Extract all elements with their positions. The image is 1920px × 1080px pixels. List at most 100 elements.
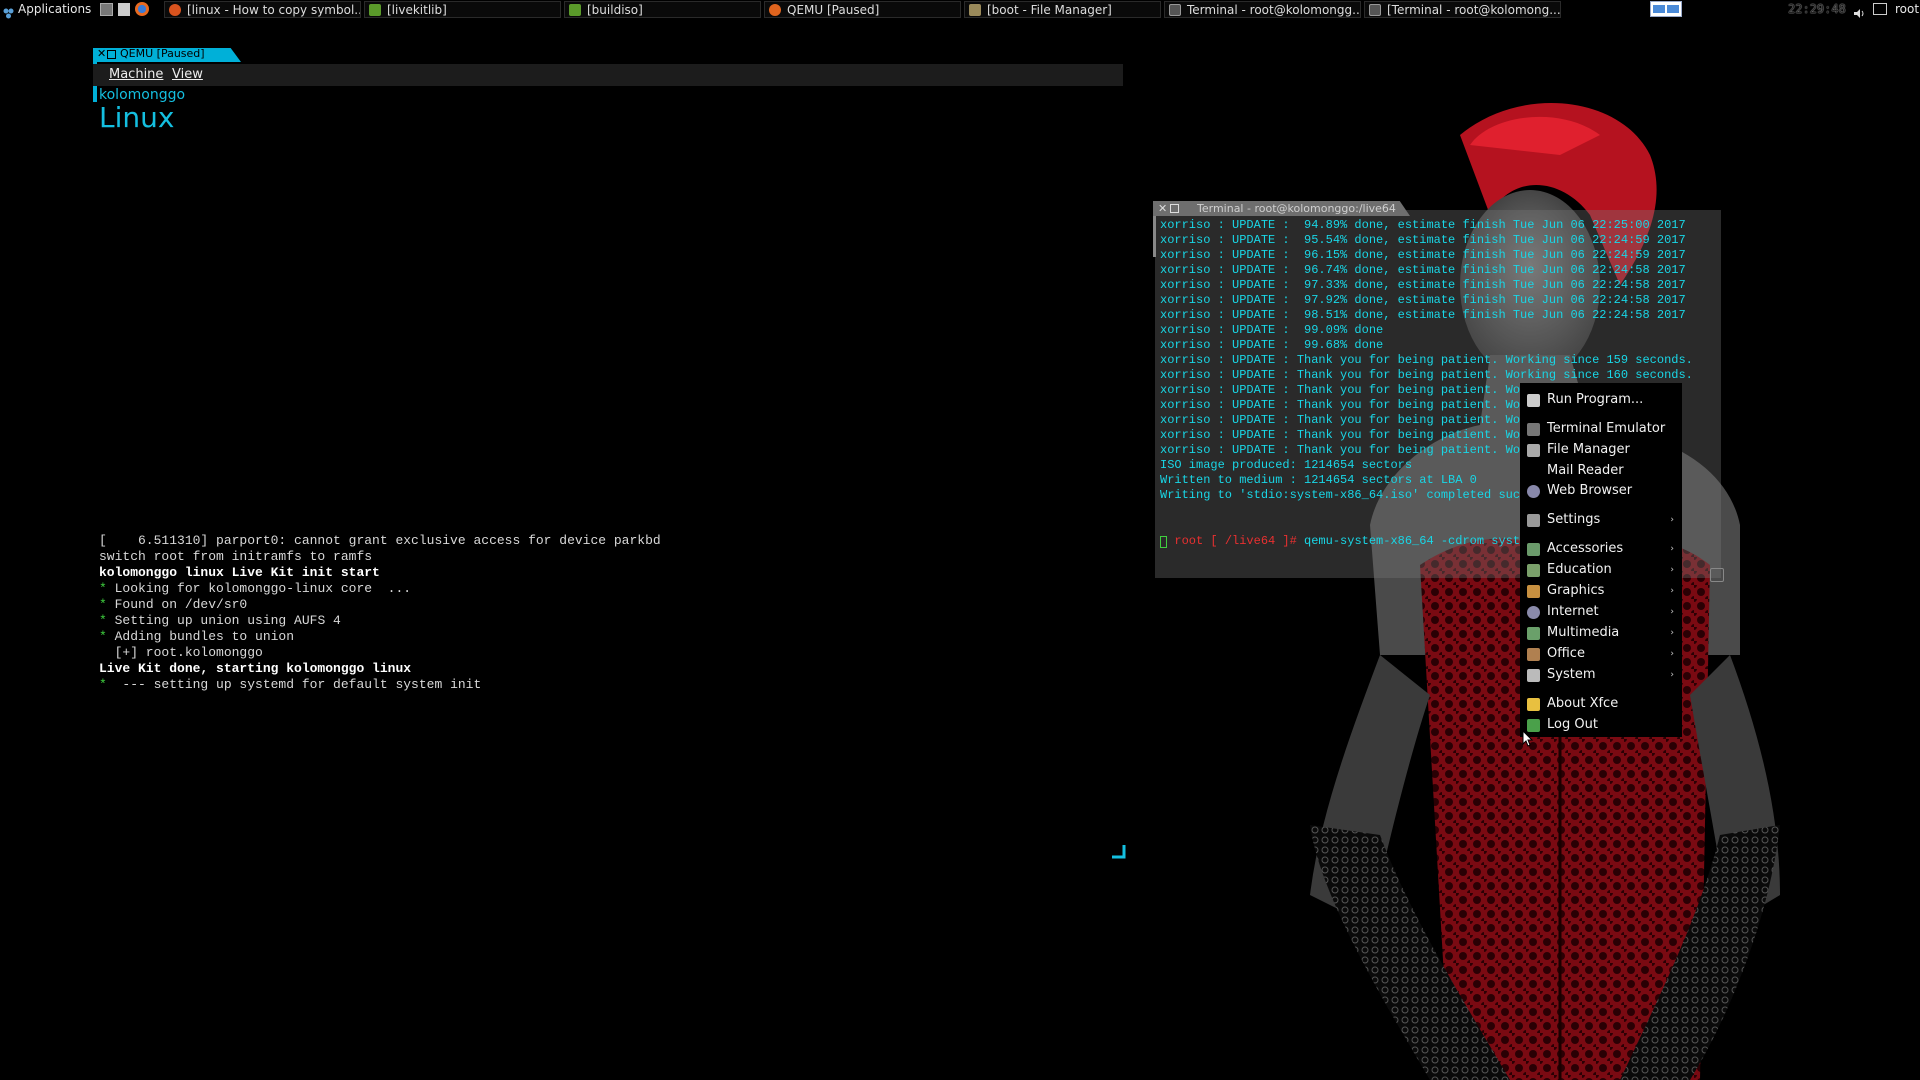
firefox-launcher-icon[interactable] (135, 2, 149, 16)
menu-item-multimedia[interactable]: Multimedia › (1520, 623, 1682, 643)
terminal-window-title: Terminal - root@kolomonggo:/live64 (1197, 202, 1396, 215)
menu-view[interactable]: View (172, 64, 203, 86)
graphics-icon (1527, 585, 1540, 598)
qemu-window-title: QEMU [Paused] (120, 47, 205, 60)
multimedia-icon (1527, 627, 1540, 640)
menu-item-label: Accessories (1547, 541, 1624, 556)
workspace-switcher[interactable] (1650, 1, 1682, 17)
menu-item-file-manager[interactable]: File Manager (1520, 440, 1682, 460)
close-icon[interactable]: ✕ (97, 47, 106, 61)
menu-item-label: Education (1547, 562, 1612, 577)
applications-menu-button[interactable]: Applications (18, 0, 91, 19)
chevron-right-icon: › (1670, 670, 1674, 680)
console-line: * Found on /dev/sr0 (99, 597, 248, 612)
task-button-terminal-2[interactable]: [Terminal - root@kolomong... (1364, 1, 1561, 18)
settings-icon (1527, 514, 1540, 527)
menu-item-label: File Manager (1547, 442, 1630, 457)
menu-item-label: Internet (1547, 604, 1599, 619)
terminal-line: xorriso : UPDATE : 95.54% done, estimate… (1160, 233, 1686, 247)
volume-icon[interactable] (1853, 4, 1865, 18)
menu-item-office[interactable]: Office › (1520, 644, 1682, 664)
about-icon (1527, 698, 1540, 711)
menu-item-terminal-emulator[interactable]: Terminal Emulator (1520, 419, 1682, 439)
terminal-line: xorriso : UPDATE : 96.74% done, estimate… (1160, 263, 1686, 277)
console-bullet-icon: * (99, 677, 115, 692)
maximize-icon[interactable] (1170, 204, 1179, 213)
browser-task-icon (169, 4, 181, 16)
menu-item-label: Graphics (1547, 583, 1605, 598)
menu-item-log-out[interactable]: Log Out (1520, 715, 1682, 735)
console-line: [ 6.511310] parport0: cannot grant exclu… (99, 533, 661, 548)
menu-item-label: About Xfce (1547, 696, 1619, 711)
task-button-livekitlib[interactable]: [livekitlib] (364, 1, 561, 18)
task-button-qemu[interactable]: QEMU [Paused] (764, 1, 961, 18)
terminal-task-icon (1369, 4, 1381, 16)
terminal-resize-grip[interactable] (1710, 568, 1724, 582)
menu-machine[interactable]: Machine (109, 64, 163, 86)
show-desktop-icon[interactable] (100, 3, 113, 16)
top-panel: Applications [linux - How to copy symbol… (0, 0, 1920, 19)
menu-item-mail-reader[interactable]: Mail Reader (1520, 461, 1682, 481)
console-line: switch root from initramfs to ramfs (99, 549, 373, 564)
menu-item-web-browser[interactable]: Web Browser (1520, 481, 1682, 501)
menu-item-education[interactable]: Education › (1520, 560, 1682, 580)
panel-clock[interactable]: 22:29:48 (1788, 0, 1846, 19)
terminal-line: xorriso : UPDATE : 99.09% done (1160, 323, 1384, 337)
menu-item-internet[interactable]: Internet › (1520, 602, 1682, 622)
terminal-line: xorriso : UPDATE : Thank you for being p… (1160, 353, 1693, 367)
menu-item-graphics[interactable]: Graphics › (1520, 581, 1682, 601)
console-line: kolomonggo linux Live Kit init start (99, 565, 380, 580)
console-bullet-icon: * (99, 613, 115, 628)
task-button-file-manager[interactable]: [boot - File Manager] (964, 1, 1161, 18)
menu-item-label: Run Program... (1547, 392, 1644, 407)
file-manager-icon (1527, 444, 1540, 457)
system-icon (1527, 669, 1540, 682)
terminal-cursor (1160, 536, 1167, 548)
console-line: * Looking for kolomonggo-linux core ... (99, 581, 412, 596)
task-button-browser[interactable]: [linux - How to copy symbol... (164, 1, 361, 18)
panel-user-label[interactable]: root (1895, 0, 1919, 19)
qemu-menubar: Machine View (93, 64, 1123, 86)
menu-item-label: Settings (1547, 512, 1601, 527)
chevron-right-icon: › (1670, 565, 1674, 575)
task-button-terminal-1[interactable]: Terminal - root@kolomongg... (1164, 1, 1361, 18)
chevron-right-icon: › (1670, 544, 1674, 554)
close-icon[interactable]: ✕ (1158, 201, 1167, 216)
folder-task-icon (969, 4, 981, 16)
desktop-context-menu: Run Program... Terminal Emulator File Mana… (1520, 383, 1682, 737)
console-line: * Setting up union using AUFS 4 (99, 613, 341, 628)
education-icon (1527, 564, 1540, 577)
terminal-line: xorriso : UPDATE : 96.15% done, estimate… (1160, 248, 1686, 262)
menu-item-run-program[interactable]: Run Program... (1520, 390, 1682, 410)
menu-item-system[interactable]: System › (1520, 665, 1682, 685)
menu-item-settings[interactable]: Settings › (1520, 510, 1682, 530)
web-browser-icon (1527, 485, 1540, 498)
terminal-line: xorriso : UPDATE : 94.89% done, estimate… (1160, 218, 1686, 232)
accessories-icon (1527, 543, 1540, 556)
menu-item-accessories[interactable]: Accessories › (1520, 539, 1682, 559)
console-bullet-icon: * (99, 581, 115, 596)
terminal-prompt-line: root [ /live64 ]# qemu-system-x86_64 -cd… (1160, 519, 1549, 549)
boot-splash-title: Linux (99, 101, 175, 134)
file-launcher-icon[interactable] (118, 3, 130, 16)
console-line: * Adding bundles to union (99, 629, 295, 644)
menu-item-about-xfce[interactable]: About Xfce (1520, 694, 1682, 714)
task-button-buildiso[interactable]: [buildiso] (564, 1, 761, 18)
menu-item-label: Mail Reader (1547, 463, 1624, 478)
terminal-line: xorriso : UPDATE : Thank you for being p… (1160, 368, 1693, 382)
run-icon (1527, 394, 1540, 407)
console-line: Live Kit done, starting kolomonggo linux (99, 661, 412, 676)
network-icon[interactable] (1873, 3, 1887, 15)
terminal-prompt: root [ /live64 ]# (1174, 534, 1297, 548)
maximize-icon[interactable] (107, 50, 116, 59)
terminal-command: qemu-system-x86_64 -cdrom system-x (1296, 534, 1549, 548)
qemu-task-icon (769, 4, 781, 16)
terminal-icon (1527, 423, 1540, 436)
editor-task-icon (369, 4, 381, 16)
console-line: [+] root.kolomonggo (99, 645, 263, 660)
console-bullet-icon: * (99, 629, 115, 644)
chevron-right-icon: › (1670, 515, 1674, 525)
office-icon (1527, 648, 1540, 661)
resize-grip-icon[interactable] (1110, 843, 1127, 860)
terminal-line: xorriso : UPDATE : 98.51% done, estimate… (1160, 308, 1686, 322)
